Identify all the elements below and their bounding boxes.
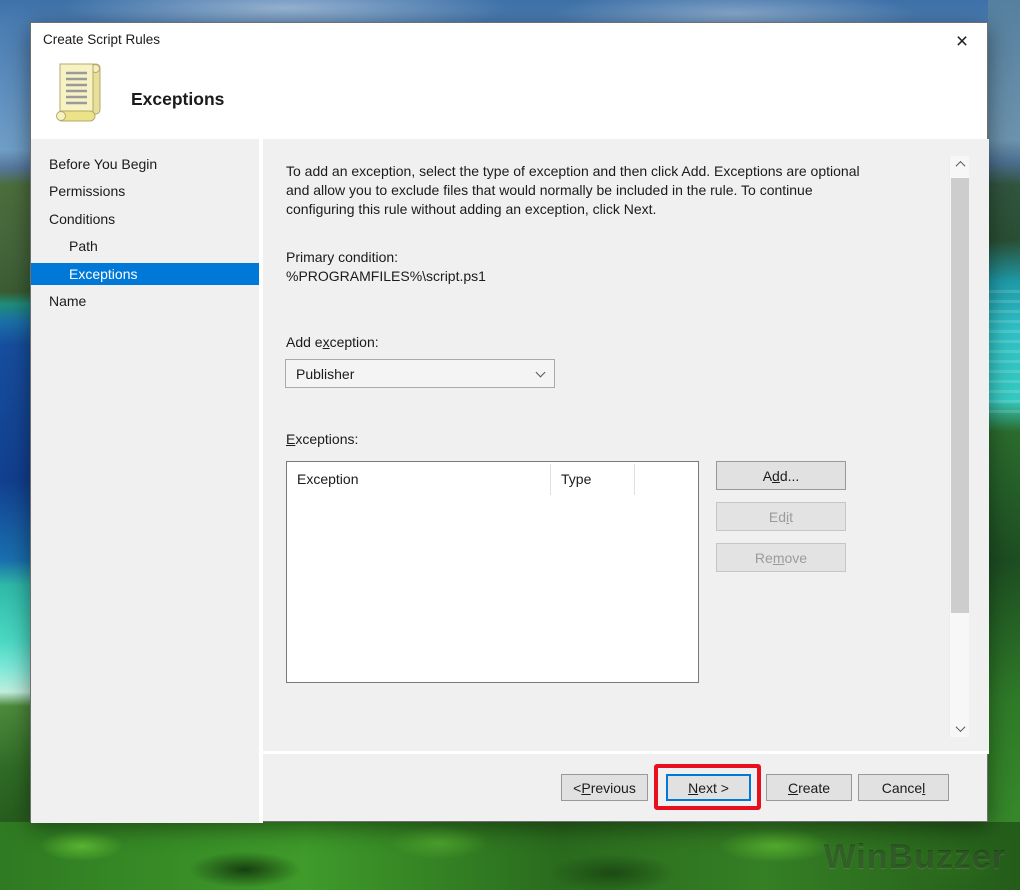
column-header-exception[interactable]: Exception bbox=[287, 462, 550, 496]
create-script-rules-dialog: Create Script Rules × Exceptions Before … bbox=[30, 22, 989, 823]
page-title: Exceptions bbox=[131, 89, 225, 109]
intro-text: To add an exception, select the type of … bbox=[286, 163, 860, 217]
chevron-down-icon bbox=[535, 367, 546, 378]
wallpaper-right-strip bbox=[988, 0, 1020, 890]
remove-button[interactable]: Re m ove bbox=[716, 543, 846, 572]
edit-button[interactable]: Ed i t bbox=[716, 502, 846, 531]
column-separator bbox=[550, 464, 551, 495]
add-exception-label: Add exception: bbox=[286, 334, 379, 350]
sidebar-item-permissions[interactable]: Permissions bbox=[31, 180, 259, 202]
primary-condition-label: Primary condition: bbox=[286, 249, 399, 265]
watermark-text: WinBuzzer bbox=[823, 838, 1006, 876]
cancel-button[interactable]: Cance l bbox=[858, 774, 949, 801]
exceptions-list[interactable]: Exception Type bbox=[286, 461, 699, 683]
exceptions-list-label: Exceptions: bbox=[286, 431, 359, 447]
scrollbar-thumb[interactable] bbox=[951, 178, 969, 613]
close-icon[interactable]: × bbox=[945, 27, 979, 57]
dropdown-selected-value: Publisher bbox=[296, 365, 355, 382]
column-header-type[interactable]: Type bbox=[551, 462, 634, 496]
next-button[interactable]: Next > bbox=[666, 774, 751, 801]
scroll-down-icon[interactable] bbox=[950, 720, 970, 737]
content-scrollbar[interactable] bbox=[949, 156, 969, 737]
wallpaper-bottom-strip: WinBuzzer bbox=[0, 822, 1020, 890]
exception-type-dropdown[interactable]: Publisher bbox=[285, 359, 555, 388]
sidebar-item-name[interactable]: Name bbox=[31, 290, 259, 312]
sidebar-item-conditions[interactable]: Conditions bbox=[31, 208, 259, 230]
scroll-up-icon[interactable] bbox=[950, 156, 970, 173]
footer-divider bbox=[263, 751, 989, 754]
sidebar-item-exceptions[interactable]: Exceptions bbox=[31, 263, 259, 285]
wizard-steps-sidebar: Before You Begin Permissions Conditions … bbox=[31, 139, 259, 823]
column-separator bbox=[634, 464, 635, 495]
dialog-header: Create Script Rules × Exceptions bbox=[31, 23, 987, 139]
window-title: Create Script Rules bbox=[43, 32, 161, 47]
sidebar-item-path[interactable]: Path bbox=[31, 235, 259, 257]
add-button[interactable]: Ad d... bbox=[716, 461, 846, 490]
create-button[interactable]: Create bbox=[766, 774, 852, 801]
script-scroll-icon bbox=[53, 61, 103, 130]
exceptions-page-content: To add an exception, select the type of … bbox=[263, 139, 989, 751]
primary-condition-value: %PROGRAMFILES%\script.ps1 bbox=[286, 268, 486, 284]
previous-button[interactable]: < Previous bbox=[561, 774, 648, 801]
sidebar-item-before-you-begin[interactable]: Before You Begin bbox=[31, 153, 259, 175]
